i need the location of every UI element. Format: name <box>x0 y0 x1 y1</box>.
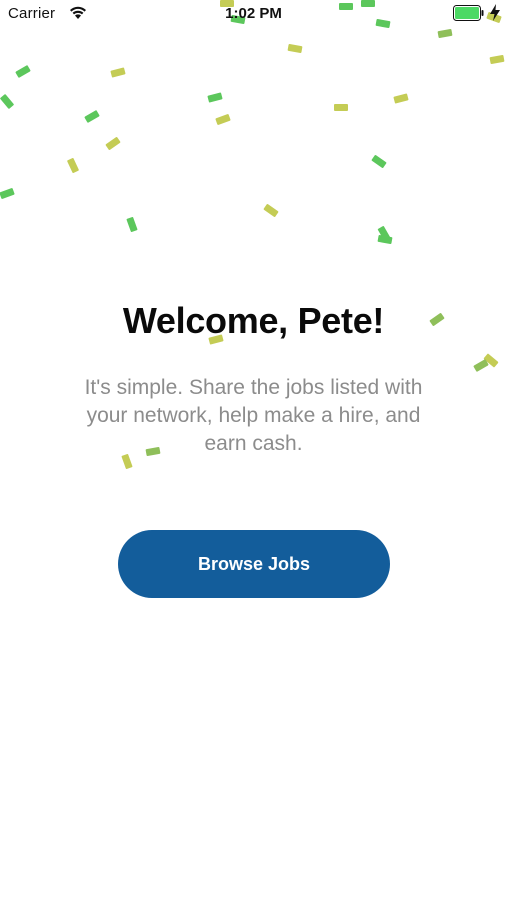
confetti-piece <box>105 136 121 151</box>
confetti-piece <box>15 64 31 79</box>
confetti-piece <box>215 113 231 126</box>
confetti-piece <box>207 92 223 103</box>
confetti-piece <box>84 109 100 124</box>
confetti-piece <box>393 93 409 104</box>
welcome-title: Welcome, Pete! <box>122 300 385 341</box>
confetti-piece <box>126 216 138 233</box>
confetti-piece <box>66 157 80 174</box>
welcome-message-line: earn cash. <box>204 432 303 455</box>
confetti-piece <box>377 234 393 245</box>
charging-bolt-icon <box>490 4 500 21</box>
welcome-message: It's simple. Share the jobs listed with … <box>58 374 449 458</box>
status-bar: Carrier 1:02 PM <box>0 0 507 28</box>
confetti-piece <box>377 225 391 242</box>
battery-full-icon <box>453 5 484 21</box>
confetti-piece <box>473 358 489 373</box>
welcome-screen: Carrier 1:02 PM Welcome, Pete! It's simp… <box>0 0 507 900</box>
clock: 1:02 PM <box>225 5 282 22</box>
confetti-piece <box>483 353 499 368</box>
welcome-message-line: It's simple. Share the jobs listed with <box>84 376 423 399</box>
browse-jobs-button[interactable]: Browse Jobs <box>118 530 390 598</box>
confetti-piece <box>263 203 279 218</box>
confetti-piece <box>437 28 453 39</box>
welcome-message-line: your network, help make a hire, and <box>86 404 421 427</box>
confetti-piece <box>287 43 303 54</box>
confetti-piece <box>0 187 15 200</box>
confetti-piece <box>110 67 126 78</box>
confetti-piece <box>334 104 348 111</box>
confetti-piece <box>489 54 505 65</box>
confetti-piece <box>0 93 15 110</box>
confetti-piece <box>371 154 387 169</box>
